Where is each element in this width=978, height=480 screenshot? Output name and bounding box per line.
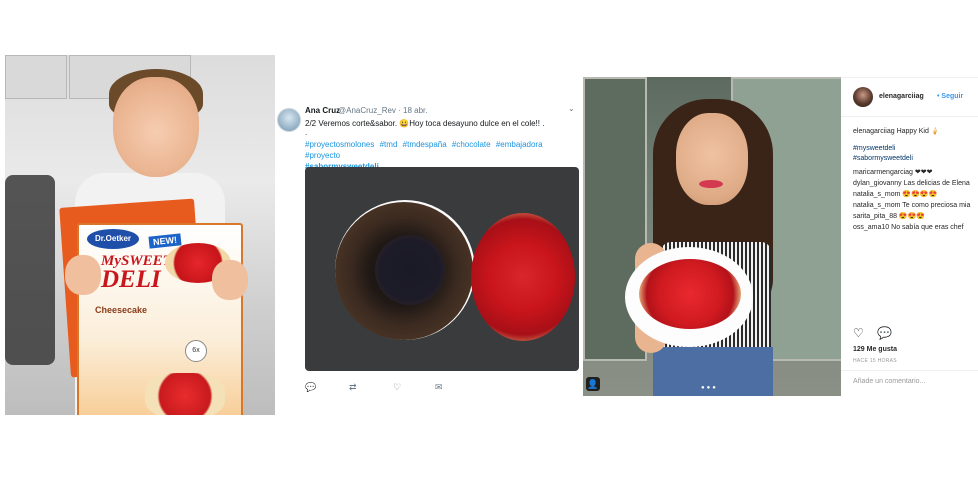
post-actions: ♡ 💬 — [853, 326, 902, 340]
avatar[interactable] — [853, 87, 873, 107]
woman-photo[interactable]: 👤 ●●● — [583, 77, 841, 396]
box-tart-image — [145, 373, 225, 415]
comment-input[interactable]: Añade un comentario... — [853, 378, 925, 385]
comment-item: dylan_giovanny Las delicias de Elena — [853, 180, 970, 187]
woman-lips — [699, 180, 723, 188]
message-icon[interactable]: ✉ — [435, 382, 443, 393]
tweet-photo[interactable] — [305, 167, 579, 371]
kitchen-cabinet — [5, 55, 67, 99]
like-count[interactable]: 129 Me gusta — [853, 346, 897, 353]
comment-item: natalia_s_mom 😍😍😍😍 — [853, 191, 938, 198]
hashtag-link[interactable]: #embajadora — [496, 140, 543, 149]
hashtag-link[interactable]: #sabormysweetdeli — [853, 154, 913, 164]
tweet-avatar[interactable] — [277, 108, 301, 132]
strawberry-tart — [471, 213, 575, 341]
kid-hand-right — [212, 260, 248, 300]
retweet-icon[interactable]: ⇄ — [349, 382, 357, 393]
reply-icon[interactable]: 💬 — [305, 382, 316, 393]
tweet-text: 2/2 Veremos corte&sabor. 😀Hoy toca desay… — [305, 119, 545, 128]
heart-icon[interactable]: ♡ — [853, 326, 864, 340]
comment-item: natalia_s_mom Te como preciosa mia — [853, 202, 971, 209]
comment-item: sarita_pita_88 😍😍😍 — [853, 213, 926, 220]
hashtag-link[interactable]: #mysweetdeli — [853, 144, 913, 154]
kid-photo: Dr.Oetker NEW! MySWEET DELI Cheesecake 6… — [5, 55, 275, 415]
comment-icon[interactable]: 💬 — [877, 326, 892, 340]
tweet-author-name[interactable]: Ana Cruz — [305, 106, 340, 115]
box-subtitle: Cheesecake — [95, 305, 148, 315]
instagram-username[interactable]: elenagarciiag — [879, 93, 924, 100]
chocolate-cake-top — [375, 235, 445, 305]
hashtag-link[interactable]: #proyecto — [305, 151, 340, 160]
carousel-dots[interactable]: ●●● — [701, 385, 718, 391]
post-hashtags: #mysweetdeli #sabormysweetdeli — [853, 144, 913, 164]
kid-face — [113, 77, 199, 177]
kid-hand-left — [65, 255, 101, 295]
strawberry-tart — [639, 259, 741, 329]
woman-face — [676, 113, 748, 205]
instagram-panel: elenagarciiag • Seguir elenagarciiag Hap… — [841, 77, 978, 397]
tweet-card: Ana Cruz @AnaCruz_Rev · 18 abr. ⌄ 2/2 Ve… — [277, 98, 585, 398]
post-caption: elenagarciiag Happy Kid 🍦 — [853, 128, 940, 135]
chevron-down-icon[interactable]: ⌄ — [568, 104, 575, 113]
hashtag-link[interactable]: #tmd — [380, 140, 398, 149]
comment-list: maricarmengarciag ❤❤❤ dylan_giovanny Las… — [853, 167, 978, 233]
like-icon[interactable]: ♡ — [393, 382, 401, 393]
tweet-author-handle[interactable]: @AnaCruz_Rev · 18 abr. — [338, 106, 428, 115]
divider — [841, 116, 978, 117]
comment-item: maricarmengarciag ❤❤❤ — [853, 169, 933, 176]
hashtag-link[interactable]: #chocolate — [452, 140, 491, 149]
tweet-dot: . — [305, 128, 308, 137]
kitchen-utensils — [5, 175, 55, 365]
post-timestamp: HACE 15 HORAS — [853, 358, 897, 364]
size-badge: 6x — [185, 340, 207, 362]
comment-item: oss_ama10 No sabía que eras chef — [853, 224, 964, 231]
follow-button[interactable]: • Seguir — [937, 93, 963, 100]
brand-logo: Dr.Oetker — [87, 229, 139, 249]
hashtag-link[interactable]: #tmdespaña — [403, 140, 447, 149]
divider — [841, 370, 978, 371]
hashtag-link[interactable]: #proyectosmolones — [305, 140, 374, 149]
user-tag-icon[interactable]: 👤 — [586, 377, 600, 391]
